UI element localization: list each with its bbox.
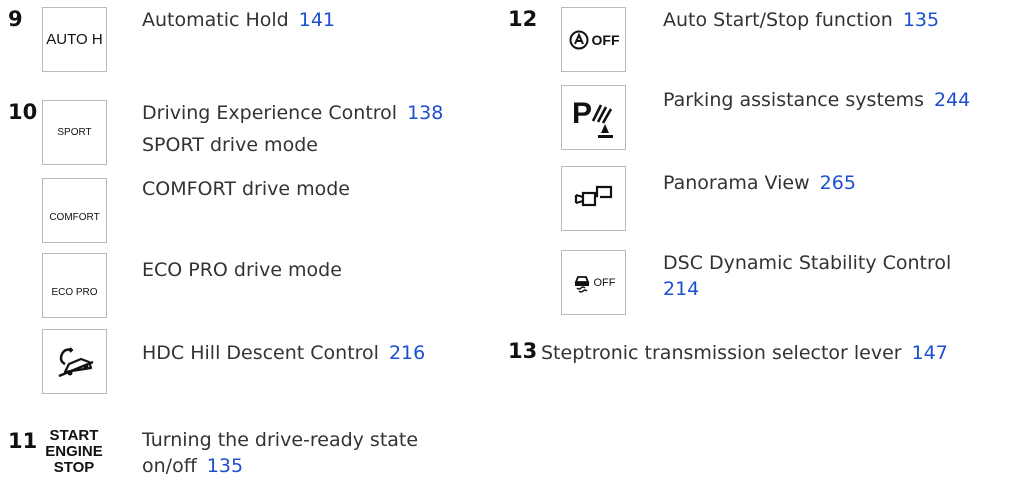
- dsc-car-glyph: [574, 275, 589, 293]
- drive-ready-text-line-1: Turning the drive-ready state: [142, 429, 419, 451]
- hill-descent-car-glyph: [58, 346, 93, 377]
- start-engine-stop-line-2: ENGINE: [45, 443, 103, 460]
- auto-start-stop-icon: OFF: [561, 7, 626, 72]
- item-number-12: 12: [508, 7, 538, 31]
- comfort-mode-icon: COMFORT: [42, 178, 107, 243]
- panorama-view-icon: [561, 166, 626, 231]
- sport-mode-icon: SPORT: [42, 100, 107, 165]
- hdc-entry: HDC Hill Descent Control 216: [142, 340, 425, 366]
- entry-text: Auto Start/Stop function: [663, 9, 893, 31]
- eco-pro-mode-text: ECO PRO drive mode: [142, 259, 342, 281]
- eco-pro-icon-label: ECO PRO: [51, 287, 98, 298]
- page-link-138[interactable]: 138: [407, 102, 443, 124]
- start-engine-stop-line-1: START: [49, 427, 99, 444]
- entry-text: on/off: [142, 455, 197, 477]
- auto-start-stop-entry: Auto Start/Stop function 135: [663, 7, 939, 33]
- auto-start-stop-off-label: OFF: [591, 31, 620, 48]
- svg-text:P: P: [572, 97, 592, 130]
- comfort-icon-label: COMFORT: [49, 212, 100, 223]
- automatic-hold-entry: Automatic Hold 141: [142, 7, 335, 33]
- page-link-265[interactable]: 265: [820, 172, 856, 194]
- drive-ready-entry-line-2: on/off 135: [142, 453, 243, 479]
- entry-text: Panorama View: [663, 172, 810, 194]
- page-link-244[interactable]: 244: [934, 89, 970, 111]
- dsc-off-label: OFF: [593, 276, 616, 289]
- page-link-147[interactable]: 147: [912, 342, 948, 364]
- page-link-135[interactable]: 135: [903, 9, 939, 31]
- auto-hold-icon: AUTO H: [42, 7, 107, 72]
- page-link-141[interactable]: 141: [299, 9, 335, 31]
- start-engine-stop-icon: START ENGINE STOP: [44, 428, 104, 476]
- panorama-view-glyph: [574, 185, 612, 206]
- steptronic-entry: Steptronic transmission selector lever 14…: [541, 340, 948, 366]
- parking-assistance-glyph: P: [572, 97, 613, 138]
- entry-text: Automatic Hold: [142, 9, 289, 31]
- item-number-13: 13: [508, 339, 538, 363]
- parking-assistance-entry: Parking assistance systems 244: [663, 87, 970, 113]
- dsc-off-icon: OFF: [561, 250, 626, 315]
- eco-pro-mode-icon: ECO PRO: [42, 253, 107, 318]
- dsc-text-line-1: DSC Dynamic Stability Control: [663, 252, 952, 274]
- item-number-11: 11: [8, 429, 38, 453]
- hill-descent-car-icon: [42, 329, 107, 394]
- page-link-216[interactable]: 216: [389, 342, 425, 364]
- item-number-9: 9: [8, 7, 23, 31]
- page-link-214[interactable]: 214: [663, 278, 699, 300]
- dsc-entry-line-2: 214: [663, 276, 699, 302]
- driving-experience-control-entry: Driving Experience Control 138: [142, 100, 443, 126]
- page-link-135[interactable]: 135: [207, 455, 243, 477]
- start-engine-stop-line-3: STOP: [53, 459, 95, 476]
- sport-icon-label: SPORT: [57, 127, 92, 138]
- parking-assistance-icon: P: [561, 85, 626, 150]
- entry-text: Steptronic transmission selector lever: [541, 342, 902, 364]
- auto-hold-icon-label: AUTO H: [46, 31, 103, 48]
- panorama-view-entry: Panorama View 265: [663, 170, 856, 196]
- item-number-10: 10: [8, 100, 38, 124]
- entry-text: Driving Experience Control: [142, 102, 398, 124]
- entry-text: Parking assistance systems: [663, 89, 924, 111]
- sport-mode-text: SPORT drive mode: [142, 134, 318, 156]
- entry-text: HDC Hill Descent Control: [142, 342, 379, 364]
- auto-start-stop-glyph: [569, 30, 588, 49]
- comfort-mode-text: COMFORT drive mode: [142, 178, 350, 200]
